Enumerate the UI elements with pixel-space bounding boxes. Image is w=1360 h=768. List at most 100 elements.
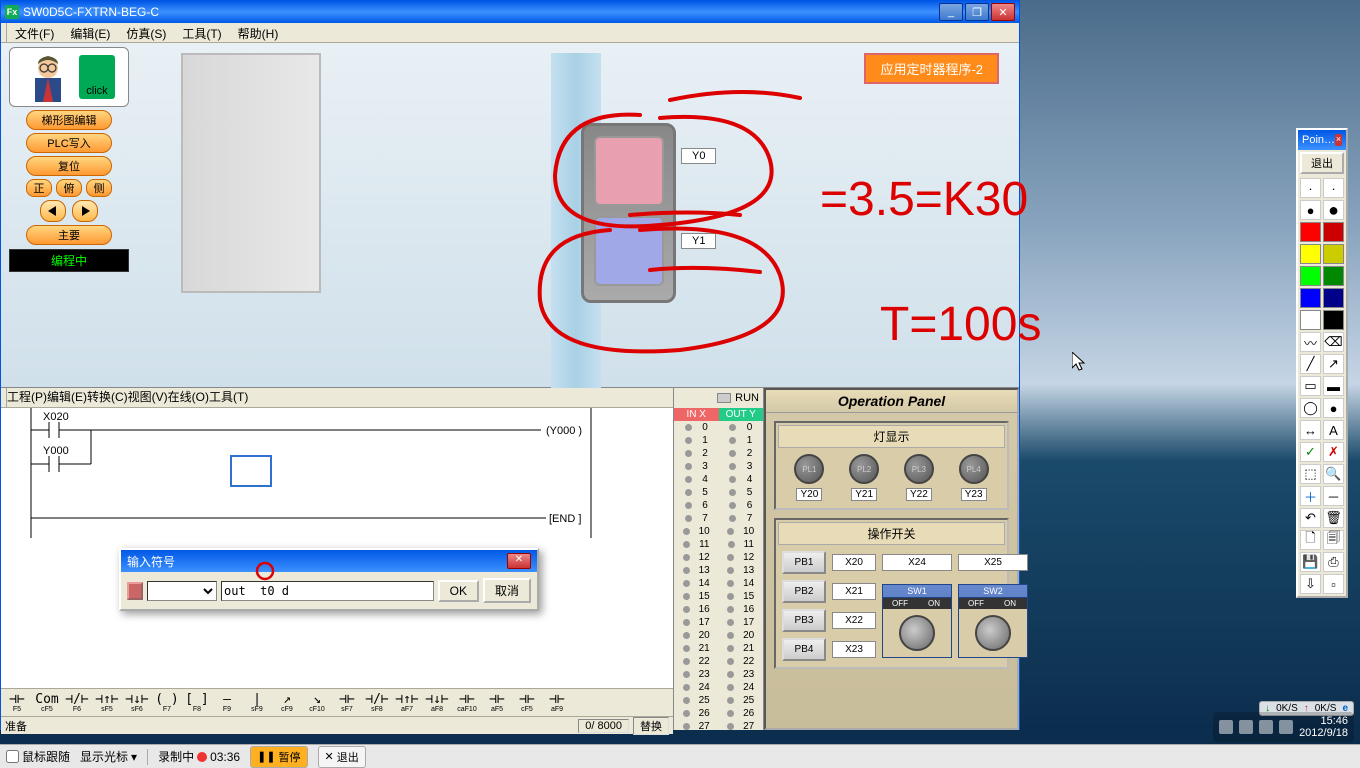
reset-button[interactable]: 复位 (26, 156, 112, 176)
tray-qq-icon[interactable] (1239, 720, 1253, 734)
color-black[interactable] (1323, 310, 1344, 330)
tool-text-icon[interactable]: A (1323, 420, 1344, 440)
help-book-icon[interactable]: click (79, 55, 115, 99)
pb3-button[interactable]: PB3 (782, 609, 826, 632)
toolbar-btn-aF5[interactable]: ⊣⊢aF5 (483, 691, 511, 715)
plc-write-button[interactable]: PLC写入 (26, 133, 112, 153)
dialog-cancel-button[interactable]: 取消 (483, 578, 531, 603)
tray-network-icon[interactable] (1279, 720, 1293, 734)
tool-cross-icon[interactable]: ✗ (1323, 442, 1344, 462)
toolbar-btn-F7[interactable]: ( )F7 (153, 691, 181, 715)
tool-trash-icon[interactable]: 🗑 (1323, 508, 1344, 528)
toolbar-btn-cF5[interactable]: ⊣⊢cF5 (513, 691, 541, 715)
tool-save-icon[interactable]: 💾 (1300, 552, 1321, 572)
clock[interactable]: 15:46 2012/9/18 (1299, 715, 1348, 739)
pb1-button[interactable]: PB1 (782, 551, 826, 574)
toolbar-btn-sF9[interactable]: |sF9 (243, 691, 271, 715)
exit-button[interactable]: ✕退出 (318, 746, 366, 768)
ladder-menu-tool[interactable]: 工具(T) (209, 388, 248, 407)
tool-check-icon[interactable]: ✓ (1300, 442, 1321, 462)
color-olive[interactable] (1323, 244, 1344, 264)
toolbar-btn-sF6[interactable]: ⊣↓⊢sF6 (123, 691, 151, 715)
menu-edit[interactable]: 编辑(E) (62, 23, 118, 42)
toolbar-btn-sF7[interactable]: ⊣⊢sF7 (333, 691, 361, 715)
toolbar-btn-cF10[interactable]: ↘cF10 (303, 691, 331, 715)
tool-ellipse-icon[interactable]: ◯ (1300, 398, 1321, 418)
menu-sim[interactable]: 仿真(S) (118, 23, 174, 42)
toolbar-btn-F9[interactable]: —F9 (213, 691, 241, 715)
ladder-menu-online[interactable]: 在线(O) (168, 388, 209, 407)
dialog-close-button[interactable]: ✕ (507, 553, 531, 569)
view-top-button[interactable]: 俯 (56, 179, 82, 197)
tool-line-icon[interactable]: ╱ (1300, 354, 1321, 374)
sw1-switch[interactable]: SW1 OFFON (882, 584, 952, 658)
tool-rect-icon[interactable]: ▭ (1300, 376, 1321, 396)
instruction-input[interactable] (221, 581, 434, 601)
tool-doublearrow-icon[interactable]: ↔ (1300, 420, 1321, 440)
pause-button[interactable]: ❚❚暂停 (250, 746, 307, 768)
toolbar-btn-aF8[interactable]: ⊣↓⊢aF8 (423, 691, 451, 715)
tool-crop-icon[interactable]: ⬚ (1300, 464, 1321, 484)
maximize-button[interactable]: ❐ (965, 3, 989, 21)
tool-whiteboard-icon[interactable]: ▫ (1323, 574, 1344, 594)
pointer-exit-button[interactable]: 退出 (1300, 152, 1344, 174)
pb4-button[interactable]: PB4 (782, 638, 826, 661)
symbol-type-icon[interactable] (127, 582, 143, 600)
dot-med-icon[interactable]: ● (1300, 200, 1321, 220)
tray-app-icon[interactable] (1219, 720, 1233, 734)
tool-new-icon[interactable]: 🗋 (1300, 530, 1321, 550)
tool-undo-icon[interactable]: ↶ (1300, 508, 1321, 528)
toolbar-btn-caF10[interactable]: ⊣⊢caF10 (453, 691, 481, 715)
color-yellow[interactable] (1300, 244, 1321, 264)
tool-plus-icon[interactable]: ＋ (1300, 486, 1321, 506)
main-button[interactable]: 主要 (26, 225, 112, 245)
tray-volume-icon[interactable] (1259, 720, 1273, 734)
minimize-button[interactable]: _ (939, 3, 963, 21)
view-front-button[interactable]: 正 (26, 179, 52, 197)
tool-eraser-icon[interactable]: ⌫ (1323, 332, 1344, 352)
menu-file[interactable]: 文件(F) (7, 23, 62, 42)
color-red[interactable] (1300, 222, 1321, 242)
tool-minus-icon[interactable]: － (1323, 486, 1344, 506)
menu-tool[interactable]: 工具(T) (174, 23, 229, 42)
ladder-edit-button[interactable]: 梯形图编辑 (26, 110, 112, 130)
toolbar-btn-F6[interactable]: ⊣/⊢F6 (63, 691, 91, 715)
tool-arrow-icon[interactable]: ↗ (1323, 354, 1344, 374)
close-button[interactable]: ✕ (991, 3, 1015, 21)
mouse-follow-checkbox[interactable]: 鼠标跟随 (6, 748, 70, 765)
color-white[interactable] (1300, 310, 1321, 330)
dot-small-icon[interactable]: · (1300, 178, 1321, 198)
ladder-menu-edit[interactable]: 编辑(E) (47, 388, 87, 407)
toolbar-btn-F5[interactable]: ⊣⊢F5 (3, 691, 31, 715)
ladder-menu-project[interactable]: 工程(P) (7, 388, 47, 407)
toolbar-btn-cF5[interactable]: ComcF5 (33, 691, 61, 715)
color-green[interactable] (1300, 266, 1321, 286)
tool-ellipsefill-icon[interactable]: ● (1323, 398, 1344, 418)
next-button[interactable] (72, 200, 98, 222)
tool-rectfill-icon[interactable]: ▬ (1323, 376, 1344, 396)
toolbar-btn-cF9[interactable]: ↗cF9 (273, 691, 301, 715)
symbol-select[interactable] (147, 581, 217, 601)
color-darkred[interactable] (1323, 222, 1344, 242)
sw2-switch[interactable]: SW2 OFFON (958, 584, 1028, 658)
toolbar-btn-aF9[interactable]: ⊣⊢aF9 (543, 691, 571, 715)
ladder-menu-convert[interactable]: 转换(C) (87, 388, 128, 407)
pointer-close-button[interactable]: × (1335, 134, 1342, 146)
pb2-button[interactable]: PB2 (782, 580, 826, 603)
tool-print-icon[interactable]: ⎙ (1323, 552, 1344, 572)
tool-magnify-icon[interactable]: 🔍 (1323, 464, 1344, 484)
toolbar-btn-sF5[interactable]: ⊣↑⊢sF5 (93, 691, 121, 715)
tool-copy-icon[interactable]: 🗐 (1323, 530, 1344, 550)
view-side-button[interactable]: 侧 (86, 179, 112, 197)
dot-small2-icon[interactable]: · (1323, 178, 1344, 198)
color-navy[interactable] (1323, 288, 1344, 308)
pointer-palette[interactable]: Poin… × 退出 · · ● ● 〰 ⌫ ╱ ↗ ▭ ▬ ◯ ● ↔ A ✓… (1296, 128, 1348, 598)
toolbar-btn-aF7[interactable]: ⊣↑⊢aF7 (393, 691, 421, 715)
toolbar-btn-sF8[interactable]: ⊣/⊢sF8 (363, 691, 391, 715)
prev-button[interactable] (40, 200, 66, 222)
menu-help[interactable]: 帮助(H) (230, 23, 287, 42)
dialog-ok-button[interactable]: OK (438, 580, 479, 602)
ladder-menu-view[interactable]: 视图(V) (128, 388, 168, 407)
dot-large-icon[interactable]: ● (1323, 200, 1344, 220)
tool-freehand-icon[interactable]: 〰 (1300, 332, 1321, 352)
